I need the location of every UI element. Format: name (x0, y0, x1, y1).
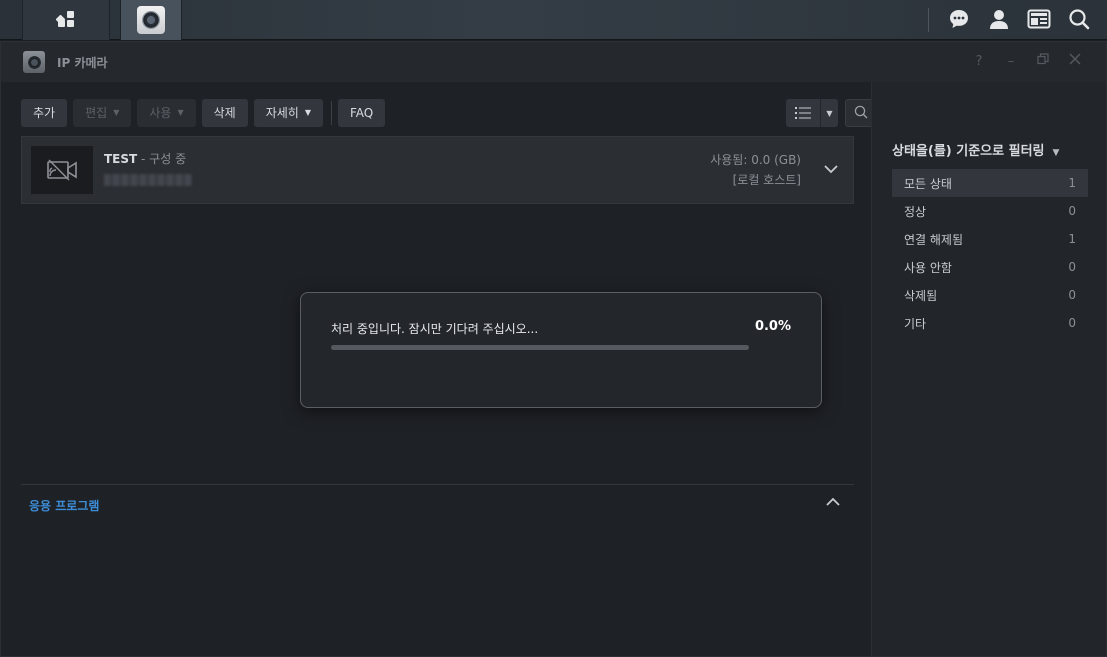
search-icon (1068, 8, 1090, 33)
chevron-down-icon: ▼ (304, 108, 311, 117)
filter-item-label: 정상 (904, 204, 927, 219)
progress-dialog: 처리 중입니다. 잠시만 기다려 주십시오... 0.0% (300, 292, 822, 408)
filter-item-count: 0 (1068, 204, 1076, 218)
progress-percent: 0.0% (754, 319, 791, 334)
main-menu-button[interactable] (22, 0, 110, 40)
global-search-button[interactable] (1059, 0, 1099, 40)
filter-item-label: 삭제됨 (904, 288, 938, 303)
camera-list-item[interactable]: TEST - 구성 중 사용됨: 0.0 (GB) [로컬 호스트] (21, 136, 854, 204)
chevron-down-icon: ▼ (177, 108, 184, 117)
filter-item-disconnected[interactable]: 연결 해제됨 1 (892, 225, 1088, 253)
camera-name-line: TEST - 구성 중 (104, 150, 186, 167)
camera-thumbnail (31, 146, 93, 194)
filter-item-all[interactable]: 모든 상태 1 (892, 169, 1088, 197)
chevron-down-icon (824, 165, 838, 174)
filter-item-disabled[interactable]: 사용 안함 0 (892, 253, 1088, 281)
delete-button-label: 삭제 (213, 106, 236, 120)
list-view-button[interactable] (786, 99, 820, 127)
section-divider (21, 484, 854, 485)
camera-ip-blurred (104, 174, 192, 186)
faq-button[interactable]: FAQ (337, 99, 386, 127)
restore-button[interactable] (1032, 52, 1054, 72)
edit-button-label: 편집 (85, 106, 108, 120)
filter-item-count: 0 (1068, 316, 1076, 330)
filter-title[interactable]: 상태을(를) 기준으로 필터링 ▼ (892, 140, 1059, 159)
toolbar-divider (330, 101, 332, 125)
filter-item-label: 연결 해제됨 (904, 232, 964, 247)
enable-button[interactable]: 사용 ▼ (137, 99, 196, 127)
taskbar-ip-camera-button[interactable] (120, 0, 182, 40)
add-button[interactable]: 추가 (21, 99, 68, 127)
filter-item-label: 모든 상태 (904, 176, 952, 191)
widgets-icon (1027, 8, 1051, 33)
chevron-down-icon: ▼ (826, 108, 833, 118)
minimize-button[interactable]: – (1000, 52, 1022, 72)
grid-icon (55, 9, 76, 32)
user-button[interactable] (979, 0, 1019, 40)
view-mode-toggle: ▼ (786, 99, 838, 127)
filter-item-count: 0 (1068, 288, 1076, 302)
filter-item-deleted[interactable]: 삭제됨 0 (892, 281, 1088, 309)
delete-button[interactable]: 삭제 (201, 99, 248, 127)
camera-storage-usage: 사용됨: 0.0 (GB) (710, 153, 801, 167)
filter-list: 모든 상태 1 정상 0 연결 해제됨 1 사용 안함 0 삭제됨 0 기타 0 (892, 169, 1088, 337)
chevron-down-icon: ▼ (1052, 148, 1060, 158)
add-button-label: 추가 (33, 106, 56, 120)
camera-name: TEST (104, 152, 138, 166)
widgets-button[interactable] (1019, 0, 1059, 40)
search-icon (854, 105, 868, 122)
chat-button[interactable] (939, 0, 979, 40)
details-button[interactable]: 자세히 ▼ (253, 99, 323, 127)
view-mode-dropdown[interactable]: ▼ (820, 99, 838, 127)
filter-item-other[interactable]: 기타 0 (892, 309, 1088, 337)
collapse-button[interactable] (825, 494, 841, 510)
ip-camera-icon (137, 6, 165, 34)
filter-item-count: 0 (1068, 260, 1076, 274)
restore-icon (1037, 53, 1049, 65)
chevron-down-icon: ▼ (113, 108, 120, 117)
faq-button-label: FAQ (349, 106, 374, 120)
camera-disconnected-icon (47, 159, 77, 181)
window-title: IP 카메라 (57, 56, 108, 70)
camera-host: [로컬 호스트] (732, 173, 801, 187)
filter-item-normal[interactable]: 정상 0 (892, 197, 1088, 225)
details-button-label: 자세히 (265, 106, 299, 120)
edit-button[interactable]: 편집 ▼ (73, 99, 132, 127)
filter-panel: 상태을(를) 기준으로 필터링 ▼ 모든 상태 1 정상 0 연결 해제됨 1 사… (871, 82, 1106, 656)
taskbar (0, 0, 1107, 40)
window-app-icon (23, 51, 45, 73)
close-icon (1069, 53, 1081, 65)
filter-item-count: 1 (1068, 176, 1076, 190)
ip-camera-window: IP 카메라 ? – 추가 편집 ▼ 사용 ▼ 삭제 자세히 ▼ FAQ ▼ 검… (0, 41, 1107, 657)
window-titlebar[interactable]: IP 카메라 ? – (1, 42, 1106, 82)
progress-message: 처리 중입니다. 잠시만 기다려 주십시오... (331, 322, 539, 336)
close-button[interactable] (1064, 52, 1086, 72)
filter-title-label: 상태을(를) 기준으로 필터링 (892, 144, 1045, 159)
user-icon (988, 8, 1010, 33)
filter-item-count: 1 (1068, 232, 1076, 246)
expand-button[interactable] (823, 161, 839, 177)
chevron-up-icon (826, 497, 840, 506)
enable-button-label: 사용 (149, 106, 172, 120)
list-icon (795, 107, 811, 119)
taskbar-divider (928, 8, 929, 32)
chat-icon (948, 8, 970, 33)
camera-status: - 구성 중 (137, 152, 187, 166)
progress-bar (331, 345, 749, 350)
filter-item-label: 사용 안함 (904, 260, 952, 275)
filter-item-label: 기타 (904, 316, 927, 331)
applications-section-title[interactable]: 응용 프로그램 (29, 497, 99, 514)
help-button[interactable]: ? (968, 52, 990, 72)
toolbar: 추가 편집 ▼ 사용 ▼ 삭제 자세히 ▼ FAQ (21, 99, 391, 127)
